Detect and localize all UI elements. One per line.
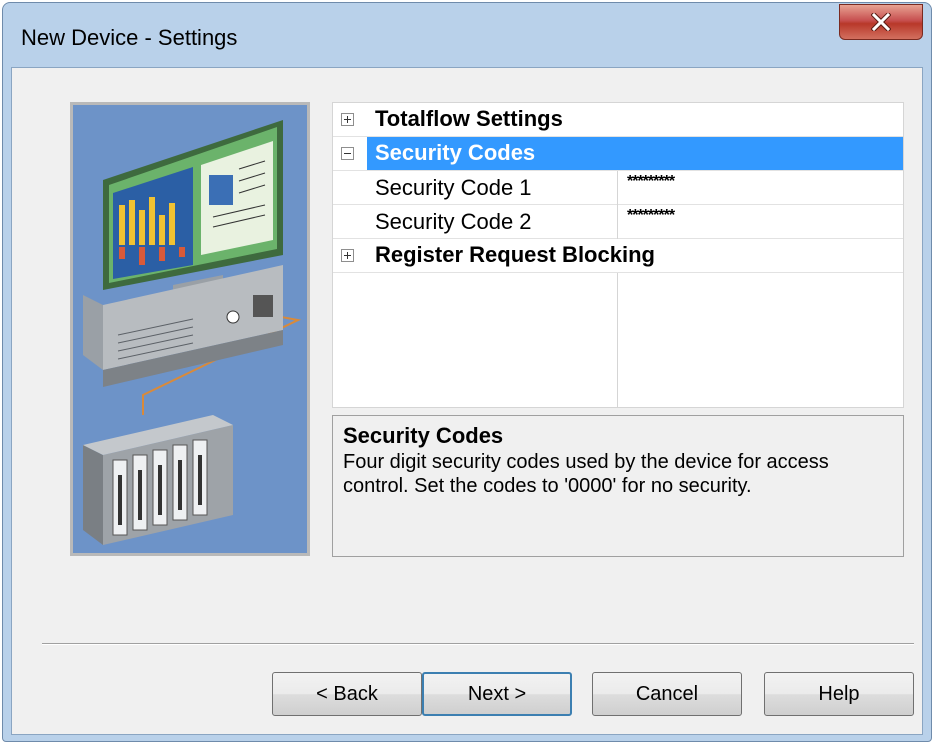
dialog-client-area: Totalflow Settings Security Codes Securi… bbox=[11, 67, 923, 735]
window-title: New Device - Settings bbox=[21, 25, 238, 50]
group-label: Security Codes bbox=[375, 140, 536, 165]
next-button[interactable]: Next > bbox=[422, 672, 572, 716]
column-divider[interactable] bbox=[617, 171, 618, 239]
property-grid: Totalflow Settings Security Codes Securi… bbox=[332, 102, 904, 408]
property-row-security-code-1[interactable]: Security Code 1 ********* bbox=[333, 171, 903, 205]
plus-expander-icon[interactable] bbox=[341, 113, 354, 126]
group-row-security-codes[interactable]: Security Codes bbox=[333, 137, 903, 171]
group-row-totalflow-settings[interactable]: Totalflow Settings bbox=[333, 103, 903, 137]
description-text: Four digit security codes used by the de… bbox=[343, 451, 829, 497]
property-name: Security Code 2 bbox=[375, 209, 532, 234]
title-bar[interactable]: New Device - Settings bbox=[3, 3, 931, 67]
minus-expander-icon[interactable] bbox=[341, 147, 354, 160]
property-value-field[interactable]: ********* bbox=[627, 207, 675, 225]
property-name: Security Code 1 bbox=[375, 175, 532, 200]
selection-highlight: Security Codes bbox=[367, 137, 903, 170]
dialog-window: New Device - Settings Totalflow Settings… bbox=[2, 2, 932, 742]
back-button[interactable]: < Back bbox=[272, 672, 422, 716]
property-row-security-code-2[interactable]: Security Code 2 ********* bbox=[333, 205, 903, 239]
close-x-icon bbox=[871, 13, 891, 31]
description-panel: Security Codes Four digit security codes… bbox=[332, 415, 904, 557]
description-title: Security Codes bbox=[343, 423, 504, 448]
group-label: Totalflow Settings bbox=[375, 106, 563, 131]
property-value-field[interactable]: ********* bbox=[627, 173, 675, 191]
plus-expander-icon[interactable] bbox=[341, 249, 354, 262]
button-separator bbox=[42, 643, 914, 645]
computer-network-illustration bbox=[70, 102, 310, 556]
cancel-button[interactable]: Cancel bbox=[592, 672, 742, 716]
group-label: Register Request Blocking bbox=[375, 242, 655, 267]
help-button[interactable]: Help bbox=[764, 672, 914, 716]
group-row-register-request-blocking[interactable]: Register Request Blocking bbox=[333, 239, 903, 273]
column-divider[interactable] bbox=[617, 273, 618, 407]
close-button[interactable] bbox=[839, 4, 923, 40]
